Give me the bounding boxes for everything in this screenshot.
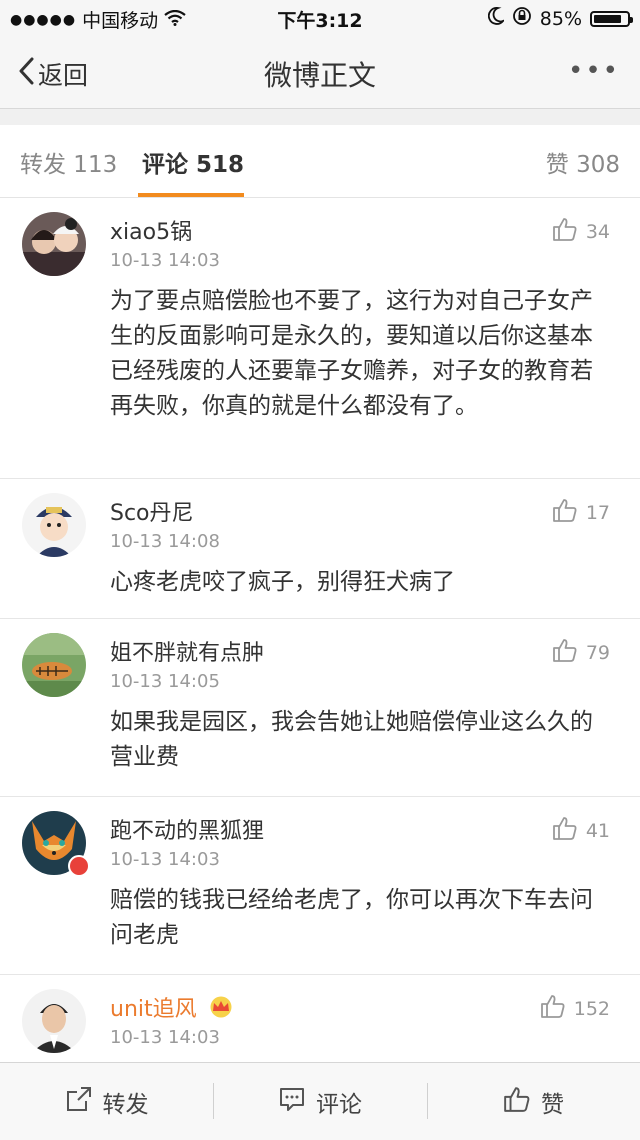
tab-repost[interactable]: 转发 113 xyxy=(20,145,117,179)
tab-comments[interactable]: 评论 518 xyxy=(142,145,244,179)
comment-item: xiao5锅 10-13 14:03 34 为了要点赔偿脸也不要了，这行为对自己… xyxy=(0,198,640,479)
battery-icon xyxy=(590,10,633,27)
like-button[interactable]: 17 xyxy=(552,497,610,528)
like-button[interactable]: 34 xyxy=(552,216,610,247)
share-icon xyxy=(65,1085,93,1119)
like-post-button[interactable]: 赞 xyxy=(427,1063,640,1140)
avatar[interactable] xyxy=(22,493,86,557)
username[interactable]: 跑不动的黑狐狸 xyxy=(110,813,264,845)
timestamp: 10-13 14:05 xyxy=(110,671,220,692)
status-bar: ●●●●● 中国移动 下午3:12 85% xyxy=(0,0,640,36)
comment-item: 跑不动的黑狐狸 10-13 14:03 41 赔偿的钱我已经给老虎了，你可以再次… xyxy=(0,797,640,975)
username[interactable]: 姐不胖就有点肿 xyxy=(110,635,264,667)
comment-label: 评论 xyxy=(316,1091,362,1118)
thumbs-up-icon xyxy=(540,993,566,1024)
timestamp: 10-13 14:03 xyxy=(110,849,220,870)
rotation-lock-icon xyxy=(512,6,532,31)
thumbs-up-icon xyxy=(552,216,578,247)
comment-text: 为了要点赔偿脸也不要了，这行为对自己子女产生的反面影响可是永久的，要知道以后你这… xyxy=(110,288,593,419)
avatar[interactable] xyxy=(22,989,86,1053)
moon-icon xyxy=(487,7,506,30)
like-button[interactable]: 79 xyxy=(552,637,610,668)
comment-button[interactable]: 评论 xyxy=(213,1063,427,1140)
comment-icon xyxy=(278,1085,306,1119)
avatar[interactable] xyxy=(22,633,86,697)
username[interactable]: Sco丹尼 xyxy=(110,495,194,527)
thumbs-up-icon xyxy=(552,815,578,846)
timestamp: 10-13 14:03 xyxy=(110,250,220,271)
navigation-bar: 返回 微博正文 ••• xyxy=(0,36,640,109)
avatar[interactable] xyxy=(22,212,86,276)
comment-text: 赔偿的钱我已经给老虎了，你可以再次下车去问问老虎 xyxy=(110,887,593,948)
comment-text: 心疼老虎咬了疯子，别得狂犬病了 xyxy=(110,569,455,595)
tab-likes[interactable]: 赞 308 xyxy=(546,145,620,179)
like-count: 41 xyxy=(585,819,610,842)
repost-button[interactable]: 转发 xyxy=(0,1063,213,1140)
section-separator xyxy=(0,109,640,125)
username-label: unit追风 xyxy=(110,997,197,1022)
more-icon[interactable]: ••• xyxy=(568,56,620,86)
username[interactable]: xiao5锅 xyxy=(110,214,192,246)
repost-label: 转发 xyxy=(102,1091,149,1118)
username[interactable]: unit追风 xyxy=(110,991,234,1024)
like-button[interactable]: 152 xyxy=(540,993,610,1024)
comment-item: 姐不胖就有点肿 10-13 14:05 79 如果我是园区，我会告她让她赔偿停业… xyxy=(0,619,640,797)
like-label: 赞 xyxy=(541,1091,564,1118)
comment-text: 如果我是园区，我会告她让她赔偿停业这么久的营业费 xyxy=(110,709,593,770)
thumbs-up-icon xyxy=(552,497,578,528)
thumbs-up-icon xyxy=(552,637,578,668)
vip-badge-icon xyxy=(68,855,90,877)
like-count: 79 xyxy=(585,641,610,664)
active-tab-indicator xyxy=(138,193,244,197)
like-button[interactable]: 41 xyxy=(552,815,610,846)
comment-item: unit追风 10-13 14:03 152 xyxy=(0,975,640,1062)
crown-icon xyxy=(208,996,234,1024)
tab-bar: 转发 113 评论 518 赞 308 xyxy=(0,125,640,198)
like-count: 34 xyxy=(585,220,610,243)
comment-item: Sco丹尼 10-13 14:08 17 心疼老虎咬了疯子，别得狂犬病了 xyxy=(0,479,640,619)
like-count: 17 xyxy=(585,501,610,524)
timestamp: 10-13 14:03 xyxy=(110,1027,220,1048)
like-count: 152 xyxy=(573,997,610,1020)
page-title: 微博正文 xyxy=(263,59,376,92)
bottom-toolbar: 转发 评论 赞 xyxy=(0,1062,640,1140)
thumbs-up-icon xyxy=(503,1085,531,1119)
battery-percentage: 85% xyxy=(539,7,582,30)
timestamp: 10-13 14:08 xyxy=(110,531,220,552)
